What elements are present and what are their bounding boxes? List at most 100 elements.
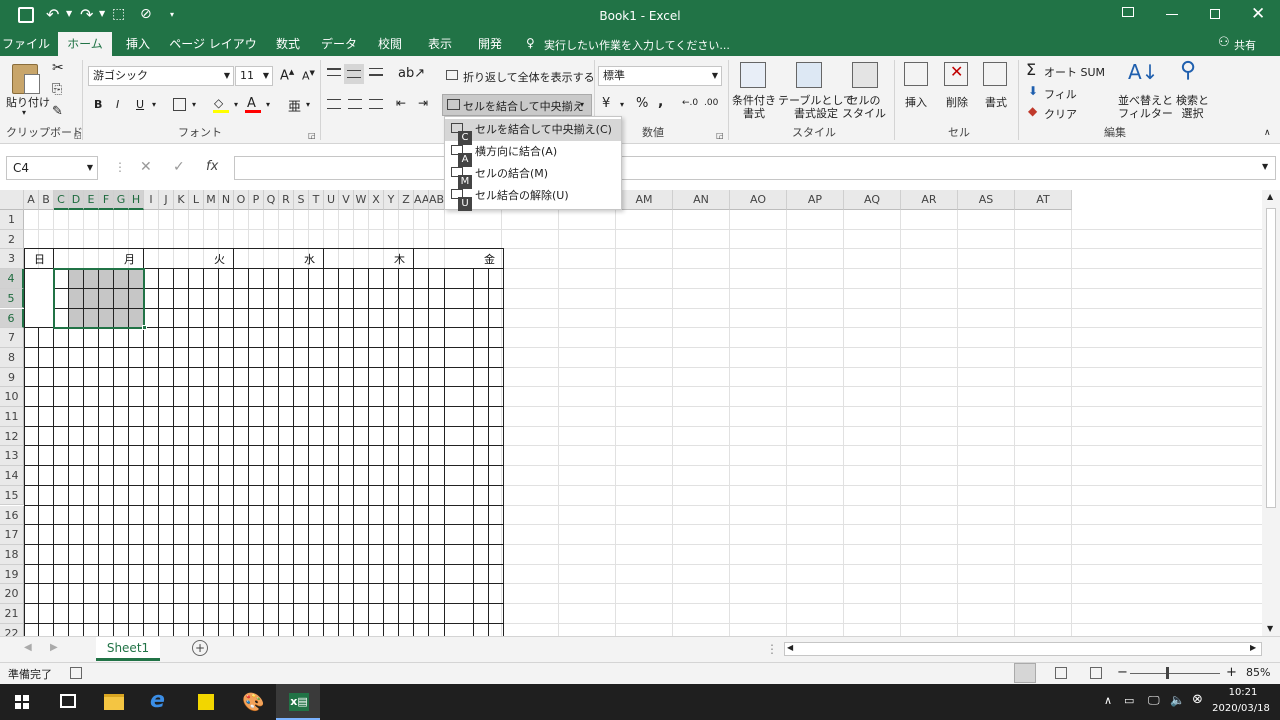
quick-access-icon[interactable]: ⊘	[140, 6, 152, 22]
clear-button[interactable]: クリア	[1044, 106, 1077, 122]
underline-button[interactable]: U	[136, 98, 144, 111]
column-header[interactable]: O	[234, 190, 249, 210]
decrease-decimal-icon[interactable]: .00	[704, 98, 718, 108]
font-color-dropdown-icon[interactable]: ▾	[266, 100, 270, 109]
page-break-view-icon[interactable]	[1090, 667, 1102, 679]
tab-home[interactable]: ホーム	[58, 32, 112, 56]
expand-formula-icon[interactable]: ▼	[1262, 162, 1268, 171]
column-header[interactable]: AP	[787, 190, 844, 210]
task-view-icon[interactable]	[46, 684, 90, 720]
tab-developer[interactable]: 開発	[468, 32, 512, 56]
vertical-scroll-thumb[interactable]	[1266, 208, 1276, 508]
column-header[interactable]: AS	[958, 190, 1015, 210]
sticky-notes-icon[interactable]	[184, 684, 228, 720]
tab-file[interactable]: ファイル	[0, 32, 52, 56]
column-header[interactable]: J	[159, 190, 174, 210]
clipboard-launcher-icon[interactable]: ◲	[74, 131, 82, 140]
merged-cell[interactable]	[25, 269, 53, 328]
column-header[interactable]: G	[114, 190, 129, 210]
tab-insert[interactable]: 挿入	[116, 32, 160, 56]
row-header[interactable]: 8	[0, 347, 24, 368]
row-header[interactable]: 15	[0, 485, 24, 506]
format-cells-button[interactable]: 書式	[985, 94, 1007, 110]
row-header[interactable]: 2	[0, 229, 24, 250]
table-format-icon[interactable]	[796, 62, 822, 88]
increase-decimal-icon[interactable]: ←.0	[682, 98, 698, 108]
cancel-entry-icon[interactable]: ✕	[140, 159, 152, 175]
column-header[interactable]: W	[354, 190, 369, 210]
cell-style-icon[interactable]	[852, 62, 878, 88]
column-header[interactable]: AA	[414, 190, 429, 210]
zoom-in-icon[interactable]: +	[1226, 665, 1237, 680]
column-header[interactable]: C	[54, 190, 69, 210]
column-header[interactable]: T	[309, 190, 324, 210]
row-header[interactable]: 4	[0, 269, 24, 289]
sort-filter-button[interactable]: 並べ替えと フィルター	[1118, 94, 1173, 120]
column-header[interactable]: P	[249, 190, 264, 210]
italic-button[interactable]: I	[116, 98, 119, 111]
redo-icon[interactable]: ↷	[80, 5, 93, 24]
column-header[interactable]: AM	[616, 190, 673, 210]
column-header[interactable]: AQ	[844, 190, 901, 210]
paste-button-label[interactable]: 貼り付け	[6, 94, 50, 110]
sort-filter-icon[interactable]: A↓	[1128, 60, 1158, 84]
column-header[interactable]: B	[39, 190, 54, 210]
clock-date[interactable]: 2020/03/18	[1208, 703, 1274, 714]
tab-view[interactable]: 表示	[418, 32, 462, 56]
cell-style-button[interactable]: セルの スタイル	[842, 94, 886, 120]
add-sheet-icon[interactable]: +	[192, 640, 208, 656]
conditional-format-icon[interactable]	[740, 62, 766, 88]
cut-icon[interactable]: ✂	[52, 60, 64, 76]
autosum-icon[interactable]: Σ	[1026, 60, 1036, 79]
network-icon[interactable]: 🖵	[1148, 693, 1160, 708]
volume-icon[interactable]: 🔈	[1170, 693, 1185, 707]
tab-data[interactable]: データ	[316, 32, 362, 56]
phonetic-dropdown-icon[interactable]: ▾	[306, 100, 310, 109]
row-header[interactable]: 11	[0, 407, 24, 427]
column-header[interactable]: Y	[384, 190, 399, 210]
horizontal-scrollbar[interactable]: ◀ ▶	[784, 642, 1262, 656]
minimize-icon[interactable]	[1166, 14, 1178, 15]
row-header[interactable]: 1	[0, 210, 24, 230]
normal-view-icon[interactable]	[1014, 663, 1036, 683]
row-header[interactable]: 5	[0, 288, 24, 309]
row-header[interactable]: 20	[0, 584, 24, 604]
row-header[interactable]: 13	[0, 446, 24, 467]
row-header[interactable]: 22	[0, 623, 24, 636]
column-header[interactable]: AB	[429, 190, 445, 210]
fill-handle[interactable]	[142, 325, 147, 331]
align-top-icon[interactable]	[327, 68, 341, 76]
column-header[interactable]: V	[339, 190, 354, 210]
column-header[interactable]: A	[24, 190, 39, 210]
orientation-icon[interactable]: ab↗	[398, 66, 425, 81]
paint-icon[interactable]: 🎨	[230, 684, 274, 720]
undo-dropdown-icon[interactable]: ▼	[66, 9, 72, 18]
tab-formulas[interactable]: 数式	[266, 32, 310, 56]
wrap-text-button[interactable]: 折り返して全体を表示する	[463, 69, 595, 85]
column-header[interactable]: X	[369, 190, 384, 210]
font-launcher-icon[interactable]: ◲	[308, 131, 316, 140]
worksheet-grid[interactable]: ABCDEFGHIJKLMNOPQRSTUVWXYZAAABAJAKALAMAN…	[0, 190, 1262, 636]
scroll-up-icon[interactable]: ▲	[1267, 192, 1273, 201]
font-size-select[interactable]: 11 ▼	[235, 66, 273, 86]
borders-dropdown-icon[interactable]: ▾	[192, 100, 196, 109]
row-header[interactable]: 14	[0, 466, 24, 486]
borders-icon[interactable]	[173, 98, 186, 111]
align-right-icon[interactable]	[369, 99, 383, 109]
internet-explorer-icon[interactable]: e	[138, 684, 182, 720]
column-header[interactable]: D	[69, 190, 84, 210]
undo-icon[interactable]: ↶	[46, 5, 59, 24]
fill-color-dropdown-icon[interactable]: ▾	[234, 100, 238, 109]
column-header[interactable]: AR	[901, 190, 958, 210]
row-header[interactable]: 7	[0, 328, 24, 348]
tray-chevron-icon[interactable]: ∧	[1104, 694, 1112, 707]
tab-review[interactable]: 校閲	[368, 32, 412, 56]
column-header[interactable]: E	[84, 190, 99, 210]
column-header[interactable]: AN	[673, 190, 730, 210]
font-name-select[interactable]: 游ゴシック ▼	[88, 66, 234, 86]
formula-input[interactable]	[234, 156, 1276, 180]
file-explorer-icon[interactable]	[92, 684, 136, 720]
phonetic-icon[interactable]: 亜	[288, 96, 301, 115]
row-header[interactable]: 18	[0, 544, 24, 565]
notification-off-icon[interactable]: ⊗	[1192, 692, 1203, 707]
